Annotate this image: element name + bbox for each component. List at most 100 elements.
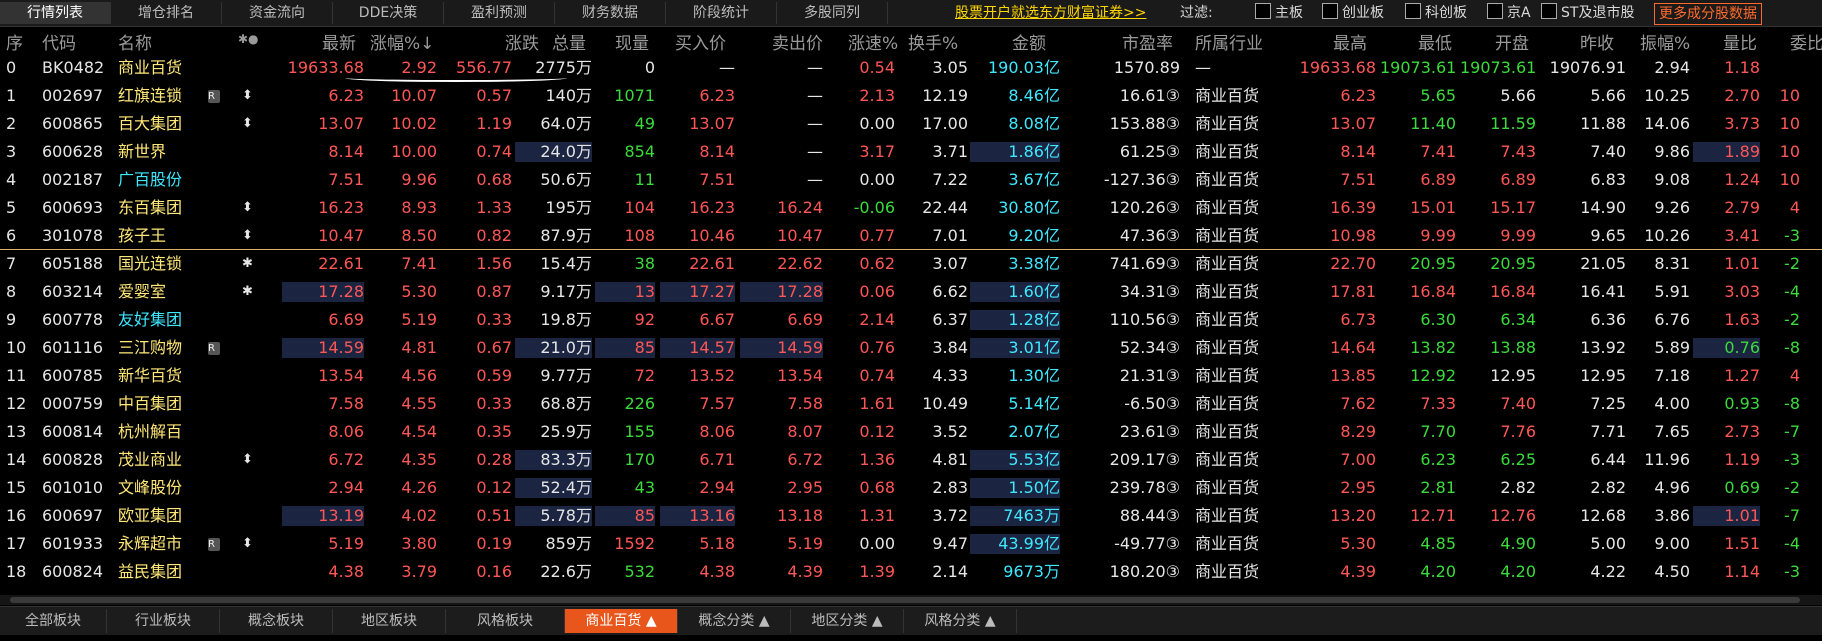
table-row[interactable]: 10 601116 三江购物 R 14.59 4.81 0.67 21.0万 85 14.57 14… (0, 334, 1822, 362)
checkbox-icon[interactable] (1487, 3, 1503, 19)
stock-name[interactable]: 文峰股份 (118, 478, 208, 498)
tab-dde[interactable]: DDE决策 (333, 2, 444, 24)
table-row[interactable]: 14 600828 茂业商业 ⬍ 6.72 4.35 0.28 83.3万 170 6.71 6.7… (0, 446, 1822, 474)
col-amplitude[interactable]: 振幅% (1640, 29, 1690, 54)
tab-profit-forecast[interactable]: 盈利预测 (444, 2, 555, 24)
table-row[interactable]: 15 601010 文峰股份 2.94 4.26 0.12 52.4万 43 2.94 2.95 0… (0, 474, 1822, 502)
stock-name[interactable]: 杭州解百 (118, 422, 208, 442)
col-open[interactable]: 开盘 (1495, 29, 1529, 54)
col-volume[interactable]: 总量 (552, 29, 586, 54)
stock-name[interactable]: 孩子王 (118, 226, 208, 246)
row-index: 18 (6, 562, 27, 581)
stock-name[interactable]: 国光连锁 (118, 254, 208, 274)
table-row[interactable]: 7 605188 国光连锁 ✱ 22.61 7.41 1.56 15.4万 38 22.61 22.… (0, 250, 1822, 278)
tab-all-sectors[interactable]: 全部板块 (0, 609, 107, 633)
scrollbar-thumb[interactable] (10, 597, 1800, 603)
table-row[interactable]: 8 603214 爱婴室 ✱ 17.28 5.30 0.87 9.17万 13 17.27 17.2… (0, 278, 1822, 306)
tab-region-category[interactable]: 地区分类 ▲ (791, 609, 904, 633)
table-row[interactable]: 2 600865 百大集团 ⬍ 13.07 10.02 1.19 64.0万 49 13.07 — 0… (0, 110, 1822, 138)
tab-position-rank[interactable]: 增仓排名 (111, 2, 222, 24)
table-row[interactable]: 0 BK0482 商业百货 19633.68 2.92 556.77 2775万 0— —0.5… (0, 54, 1822, 82)
col-low[interactable]: 最低 (1418, 29, 1452, 54)
stock-name[interactable]: 红旗连锁 (118, 86, 208, 106)
total-volume: 9.17万 (540, 282, 592, 301)
col-seq[interactable]: 序 (6, 29, 23, 54)
tab-region-sectors[interactable]: 地区板块 (333, 609, 446, 633)
tab-financial-data[interactable]: 财务数据 (555, 2, 666, 24)
table-row[interactable]: 4 002187 广百股份 7.51 9.96 0.68 50.6万 11 7.51 — 0.00 7… (0, 166, 1822, 194)
col-code[interactable]: 代码 (42, 29, 76, 54)
stock-name[interactable]: 广百股份 (118, 170, 208, 190)
stock-name[interactable]: 友好集团 (118, 310, 208, 330)
tab-concept-category[interactable]: 概念分类 ▲ (678, 609, 791, 633)
tab-stage-stats[interactable]: 阶段统计 (666, 2, 777, 24)
table-row[interactable]: 16 600697 欧亚集团 13.19 4.02 0.51 5.78万 85 13.16 13.… (0, 502, 1822, 530)
table-row[interactable]: 18 600824 益民集团 4.38 3.79 0.16 22.6万 532 4.38 4.39… (0, 558, 1822, 586)
checkbox-icon[interactable] (1255, 3, 1271, 19)
stock-name[interactable]: 益民集团 (118, 562, 208, 582)
tab-concept-sectors[interactable]: 概念板块 (220, 609, 333, 633)
tab-fund-flow[interactable]: 资金流向 (222, 2, 333, 24)
col-current-volume[interactable]: 现量 (615, 29, 649, 54)
stock-name[interactable]: 爱婴室 (118, 282, 208, 302)
col-bid[interactable]: 买入价 (675, 29, 726, 54)
turnover-rate: 3.84 (932, 338, 968, 357)
stock-name[interactable]: 永辉超市 (118, 534, 208, 554)
table-row[interactable]: 12 000759 中百集团 7.58 4.55 0.33 68.8万 226 7.57 7.58… (0, 390, 1822, 418)
table-row[interactable]: 13 600814 杭州解百 8.06 4.54 0.35 25.9万 155 8.06 8.07… (0, 418, 1822, 446)
col-last[interactable]: 最新 (322, 29, 356, 54)
tab-style-sectors[interactable]: 风格板块 (446, 609, 565, 633)
col-turnover[interactable]: 换手% (908, 29, 958, 54)
col-bid-ratio[interactable]: 委比 (1790, 29, 1822, 54)
more-constituents-button[interactable]: 更多成分股数据 (1654, 3, 1762, 25)
tab-style-category[interactable]: 风格分类 ▲ (904, 609, 1017, 633)
table-row[interactable]: 3 600628 新世界 8.14 10.00 0.74 24.0万 854 8.14 — 3.17… (0, 138, 1822, 166)
tab-commerce-retail[interactable]: 商业百货 ▲ (565, 609, 678, 633)
stock-name[interactable]: 茂业商业 (118, 450, 208, 470)
col-change-percent[interactable]: 涨幅%↓ (370, 29, 434, 54)
stock-name[interactable]: 东百集团 (118, 198, 208, 218)
col-name[interactable]: 名称 (118, 29, 152, 54)
tab-quote-list[interactable]: 行情列表 (0, 2, 111, 24)
checkbox-icon[interactable] (1405, 3, 1421, 19)
col-ask[interactable]: 卖出价 (772, 29, 823, 54)
table-row[interactable]: 1 002697 红旗连锁 R ⬍ 6.23 10.07 0.57 140万 1071 6.23 — 2… (0, 82, 1822, 110)
stock-name[interactable]: 新华百货 (118, 366, 208, 386)
stock-name[interactable]: 商业百货 (118, 58, 208, 78)
col-amount[interactable]: 金额 (1012, 29, 1046, 54)
col-change[interactable]: 涨跌 (505, 29, 539, 54)
stock-name[interactable]: 欧亚集团 (118, 506, 208, 526)
stock-name[interactable]: 三江购物 (118, 338, 208, 358)
col-pe[interactable]: 市盈率 (1122, 29, 1173, 54)
table-row[interactable]: 5 600693 东百集团 ⬍ 16.23 8.93 1.33 195万 104 16.23 16.… (0, 194, 1822, 222)
stock-name[interactable]: 百大集团 (118, 114, 208, 134)
current-volume: 155 (624, 422, 655, 441)
col-volume-ratio[interactable]: 量比 (1723, 29, 1757, 54)
tab-multi-stock[interactable]: 多股同列 (777, 2, 888, 24)
table-row[interactable]: 11 600785 新华百货 13.54 4.56 0.59 9.77万 72 13.52 13.… (0, 362, 1822, 390)
filter-star-board[interactable]: 科创板 (1405, 2, 1467, 24)
turnover-amount: 1.30亿 (1008, 366, 1060, 385)
promo-link[interactable]: 股票开户就选东方财富证券>> (955, 2, 1146, 24)
filter-bj-a[interactable]: 京A (1487, 2, 1531, 24)
amplitude: 4.00 (1654, 394, 1690, 413)
col-high[interactable]: 最高 (1333, 29, 1367, 54)
checkbox-icon[interactable] (1322, 3, 1338, 19)
pe-ratio: -127.36③ (1103, 170, 1180, 189)
col-flags[interactable]: ✱● (238, 32, 259, 46)
col-speed[interactable]: 涨速% (848, 29, 898, 54)
industry: 商业百货 (1195, 338, 1260, 357)
industry: — (1195, 58, 1211, 77)
table-row[interactable]: 9 600778 友好集团 6.69 5.19 0.33 19.8万 92 6.67 6.69 2.… (0, 306, 1822, 334)
filter-gem-board[interactable]: 创业板 (1322, 2, 1384, 24)
filter-main-board[interactable]: 主板 (1255, 2, 1303, 24)
filter-st[interactable]: ST及退市股 (1541, 2, 1634, 24)
col-prev-close[interactable]: 昨收 (1580, 29, 1614, 54)
table-row[interactable]: 6 301078 孩子王 ⬍ 10.47 8.50 0.82 87.9万 108 10.46 10.… (0, 222, 1822, 250)
stock-name[interactable]: 中百集团 (118, 394, 208, 414)
stock-name[interactable]: 新世界 (118, 142, 208, 162)
col-industry[interactable]: 所属行业 (1195, 29, 1263, 54)
table-row[interactable]: 17 601933 永辉超市 R ⬍ 5.19 3.80 0.19 859万 1592 5.18 5.… (0, 530, 1822, 558)
checkbox-icon[interactable] (1541, 3, 1557, 19)
tab-industry-sectors[interactable]: 行业板块 (107, 609, 220, 633)
